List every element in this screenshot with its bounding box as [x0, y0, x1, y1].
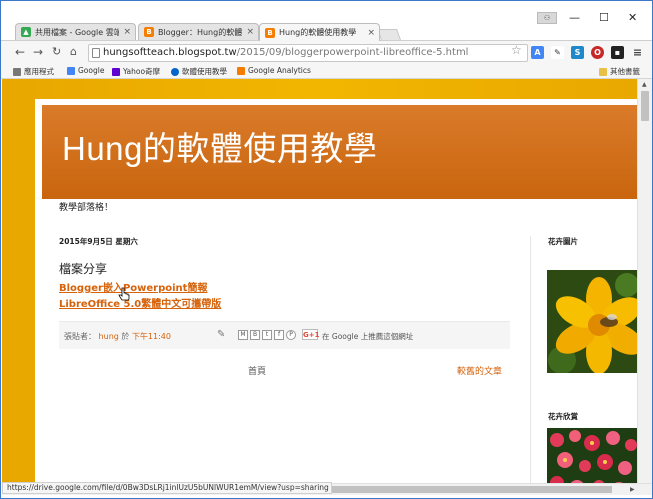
blogger-icon: B: [144, 27, 154, 37]
vertical-scroll-thumb[interactable]: [641, 91, 649, 121]
home-link[interactable]: 首頁: [248, 364, 266, 377]
menu-icon[interactable]: ≡: [631, 46, 644, 59]
edit-pencil-icon[interactable]: ✎: [217, 329, 225, 340]
post-link-libreoffice[interactable]: LibreOffice 5.0繁體中文可攜帶版: [59, 295, 221, 310]
scroll-up-arrow-icon[interactable]: ▲: [642, 81, 647, 88]
post-link-powerpoint[interactable]: Blogger嵌入Powerpoint簡報: [59, 279, 207, 294]
bookmark-label: 其他書籤: [610, 67, 640, 76]
blog-title[interactable]: Hung的軟體使用教學: [62, 122, 377, 170]
close-icon[interactable]: ×: [246, 27, 254, 37]
post-title: 檔案分享: [59, 262, 108, 276]
home-icon[interactable]: ⌂: [70, 45, 77, 58]
tab-google-drive[interactable]: ▲ 共用檔案 - Google 雲端硬碟 ×: [15, 23, 136, 40]
post-time-link[interactable]: 下午11:40: [132, 332, 171, 341]
bookmark-label: Google: [78, 66, 105, 75]
pinterest-share-button[interactable]: P: [286, 330, 296, 340]
bookmark-star-icon[interactable]: ☆: [511, 43, 522, 57]
sidebar-heading-flower-images: 花卉圖片: [548, 237, 578, 246]
page-icon: [92, 48, 100, 58]
bookmark-other[interactable]: 其他書籤: [599, 66, 640, 77]
post-footer: 張貼者： hung 於 下午11:40 ✎ M B t f P G+1 在 Go…: [59, 321, 510, 349]
bookmark-analytics[interactable]: Google Analytics: [237, 66, 311, 75]
analytics-icon: [237, 66, 245, 75]
bookmark-label: 軟體使用教學: [182, 67, 227, 76]
reload-icon[interactable]: ↻: [52, 45, 61, 58]
bookmark-google[interactable]: Google: [67, 66, 104, 75]
author-link[interactable]: hung: [99, 332, 119, 341]
bookmark-yahoo[interactable]: Yahoo奇摩: [112, 66, 160, 77]
toolbar: ← → ↻ ⌂ hungsoftteach.blogspot.tw/2015/0…: [1, 40, 652, 64]
screenshot-extension-icon[interactable]: S: [571, 46, 584, 59]
back-arrow-icon[interactable]: ←: [15, 45, 25, 59]
apps-icon: [13, 67, 21, 76]
sidebar-divider: [530, 236, 531, 483]
vertical-scrollbar[interactable]: ▲: [637, 79, 652, 483]
opera-extension-icon[interactable]: O: [591, 46, 604, 59]
horizontal-scroll-thumb[interactable]: [332, 486, 612, 493]
address-bar[interactable]: hungsoftteach.blogspot.tw/2015/09/blogge…: [88, 44, 528, 62]
forward-arrow-icon[interactable]: →: [33, 45, 43, 59]
status-bar-url: https://drive.google.com/file/d/0Bw3DsLR…: [2, 482, 332, 494]
tab-label: Hung的軟體使用教學: [279, 28, 357, 37]
minimize-button[interactable]: —: [569, 11, 580, 24]
url-host: hungsoftteach.blogspot.tw: [103, 47, 237, 58]
url-path: /2015/09/bloggerpowerpoint-libreoffice-5…: [236, 47, 469, 58]
bookmarks-bar: 應用程式 Google Yahoo奇摩 軟體使用教學 Google Analyt…: [1, 64, 652, 79]
bookmark-label: Yahoo奇摩: [123, 67, 161, 76]
google-icon: [67, 66, 75, 75]
posted-at-label: 於: [121, 332, 130, 341]
maximize-button[interactable]: ☐: [599, 11, 609, 24]
blogger-icon: B: [265, 27, 275, 38]
tab-label: Blogger：Hung的軟體使用教學: [158, 27, 243, 37]
twitter-share-button[interactable]: t: [262, 330, 272, 340]
scroll-right-arrow-icon[interactable]: ▶: [630, 486, 635, 493]
tab-label: 共用檔案 - Google 雲端硬碟: [35, 27, 119, 37]
browser-window: ▲ 共用檔案 - Google 雲端硬碟 × B Blogger：Hung的軟體…: [0, 0, 653, 499]
user-profile-icon[interactable]: ⚇: [537, 12, 557, 24]
blogger-icon: [171, 67, 179, 76]
post-date: 2015年9月5日 星期六: [59, 237, 138, 246]
page-viewport: Hung的軟體使用教學 教學部落格！ 2015年9月5日 星期六 檔案分享 Bl…: [2, 79, 637, 483]
sidebar-heading-flower-gallery: 花卉欣賞: [548, 412, 578, 421]
bookmark-blog[interactable]: 軟體使用教學: [171, 66, 227, 77]
blogthis-share-button[interactable]: B: [250, 330, 260, 340]
post-byline: 張貼者： hung 於 下午11:40: [64, 331, 171, 342]
tab-blogger-dashboard[interactable]: B Blogger：Hung的軟體使用教學 ×: [138, 23, 259, 40]
flower-image-pink-begonias[interactable]: [547, 428, 637, 483]
blog-header: Hung的軟體使用教學: [42, 105, 637, 199]
tab-blog-active[interactable]: B Hung的軟體使用教學 ×: [259, 23, 380, 41]
blog-description: 教學部落格！: [59, 203, 114, 213]
close-icon[interactable]: ×: [123, 27, 131, 37]
posted-by-label: 張貼者：: [64, 332, 96, 341]
save-extension-icon[interactable]: ▪: [611, 46, 624, 59]
drive-icon: ▲: [21, 27, 31, 37]
older-posts-link[interactable]: 較舊的文章: [457, 364, 502, 377]
pink-flowers-picture: [547, 428, 637, 483]
translate-extension-icon[interactable]: A: [531, 46, 544, 59]
close-icon[interactable]: ×: [367, 28, 375, 38]
gplus-button[interactable]: G+1: [302, 329, 319, 340]
close-window-button[interactable]: ✕: [628, 11, 637, 24]
email-share-button[interactable]: M: [238, 330, 248, 340]
new-tab-button[interactable]: [376, 29, 402, 40]
title-bar: ▲ 共用檔案 - Google 雲端硬碟 × B Blogger：Hung的軟體…: [1, 1, 652, 41]
facebook-share-button[interactable]: f: [274, 330, 284, 340]
bookmark-apps[interactable]: 應用程式: [13, 66, 54, 77]
flower-image-yellow-cosmos[interactable]: [547, 270, 637, 373]
bookmark-label: Google Analytics: [248, 66, 311, 75]
folder-icon: [599, 67, 607, 76]
google-share-text: 在 Google 上推薦這個網址: [322, 332, 414, 341]
hand-cursor-icon: [118, 287, 130, 301]
bookmark-label: 應用程式: [24, 67, 54, 76]
evernote-extension-icon[interactable]: ✎: [551, 46, 564, 59]
yahoo-icon: [112, 67, 120, 76]
yellow-flower-picture: [547, 270, 637, 373]
